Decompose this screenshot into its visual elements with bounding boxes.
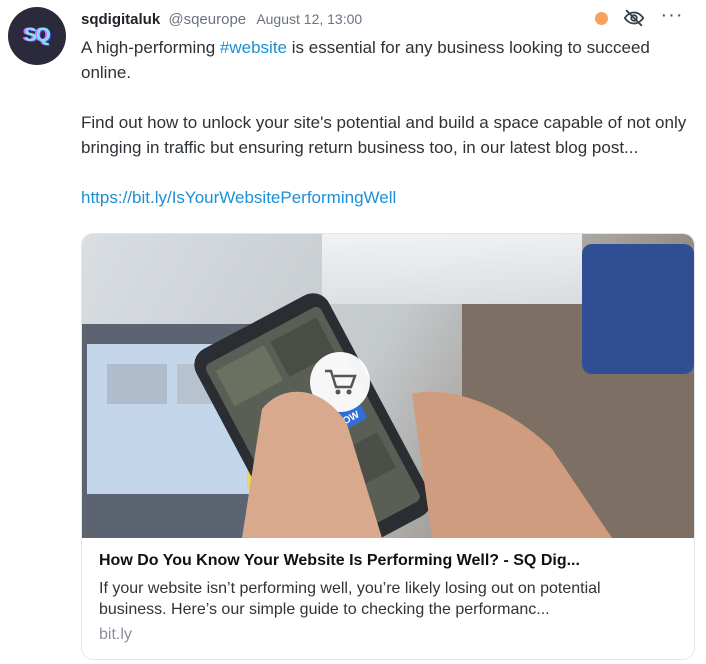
post-header: sqdigitaluk @sqeurope August 12, 13:00: [81, 11, 362, 28]
link-preview-card[interactable]: BUY NOW How Do You Know Your Website Is …: [81, 233, 695, 660]
avatar[interactable]: SQ: [8, 7, 66, 65]
post-paragraph-1: A high-performing #website is essential …: [81, 35, 691, 85]
card-image[interactable]: BUY NOW: [82, 234, 694, 538]
post-body: A high-performing #website is essential …: [81, 35, 691, 210]
eye-off-icon[interactable]: [622, 6, 646, 30]
card-description: If your website isn’t performing well, y…: [99, 580, 601, 618]
hashtag-link[interactable]: #website: [220, 38, 287, 57]
post-actions: ···: [595, 4, 684, 30]
post-paragraph-2: Find out how to unlock your site's poten…: [81, 113, 687, 157]
card-domain: bit.ly: [99, 626, 132, 643]
avatar-logo-text: SQ: [24, 25, 50, 46]
card-title[interactable]: How Do You Know Your Website Is Performi…: [99, 552, 580, 570]
post-timestamp[interactable]: August 12, 13:00: [256, 11, 362, 27]
post-link[interactable]: https://bit.ly/IsYourWebsitePerformingWe…: [81, 188, 396, 207]
status-dot: [595, 11, 608, 25]
more-icon[interactable]: ···: [660, 4, 684, 30]
text-line1-pre: A high-performing: [81, 38, 220, 57]
display-name[interactable]: sqdigitaluk: [81, 11, 160, 28]
user-handle[interactable]: @sqeurope: [168, 11, 246, 28]
more-label: ···: [660, 4, 684, 26]
